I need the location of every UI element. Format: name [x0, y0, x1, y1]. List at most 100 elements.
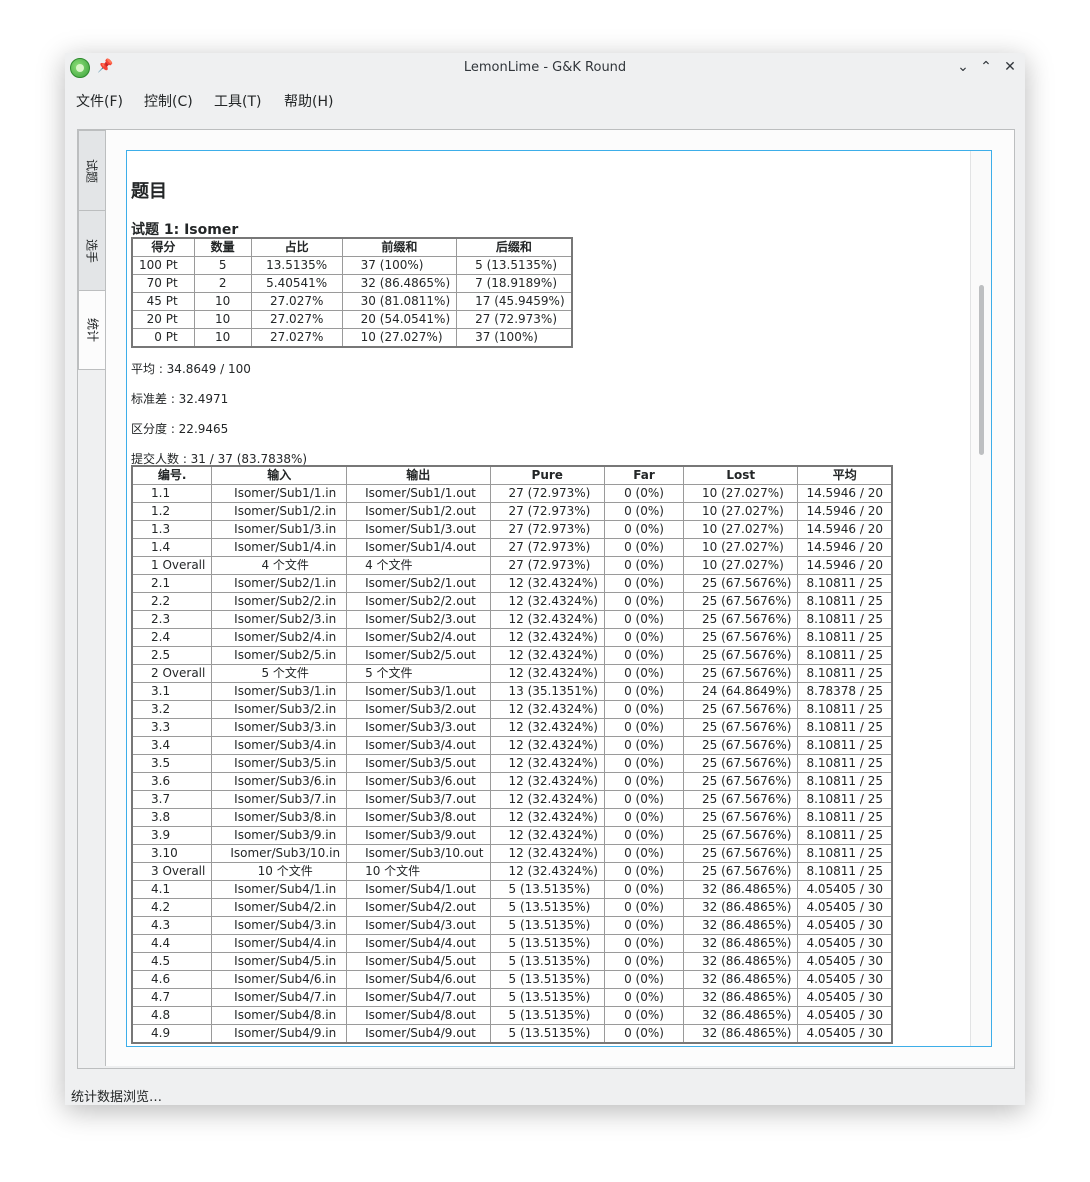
score-cell: 37 (100%) [341, 256, 458, 275]
testcase-header-cell: Lost [682, 465, 799, 485]
testcase-cell: 8.10811 / 25 [797, 772, 893, 791]
testcase-cell: Isomer/Sub4/4.out [346, 934, 491, 953]
testcase-cell: 0 (0%) [604, 898, 684, 917]
testcase-cell: 25 (67.5676%) [682, 826, 799, 845]
score-cell: 17 (45.9459%) [456, 292, 573, 311]
testcase-cell: 3.8 [131, 808, 213, 827]
testcase-cell: 32 (86.4865%) [682, 934, 799, 953]
testcase-cell: 5 (13.5135%) [489, 880, 606, 899]
testcase-cell: 4 个文件 [346, 556, 491, 575]
vertical-scrollbar[interactable] [970, 151, 991, 1046]
testcase-cell: 10 (27.027%) [682, 556, 799, 575]
testcase-cell: 0 (0%) [604, 484, 684, 503]
testcase-row: 2.4 Isomer/Sub2/4.in Isomer/Sub2/4.out 12 (… [131, 628, 893, 647]
testcase-cell: Isomer/Sub1/4.out [346, 538, 491, 557]
testcase-header-cell: 编号. [131, 465, 213, 485]
testcase-cell: 10 (27.027%) [682, 502, 799, 521]
testcase-cell: Isomer/Sub3/4.in [211, 736, 348, 755]
testcase-cell: 12 (32.4324%) [489, 772, 606, 791]
menu-help[interactable]: 帮助(H) [284, 91, 333, 111]
statistics-browser[interactable]: 题目 试题 1: Isomer 得分 数量 占比 前缀和 后缀和 100 Pt 5 13.5… [126, 150, 992, 1047]
testcase-row: 3.2 Isomer/Sub3/2.in Isomer/Sub3/2.out 12 (… [131, 700, 893, 719]
testcase-cell: 27 (72.973%) [489, 556, 606, 575]
testcase-cell: 32 (86.4865%) [682, 952, 799, 971]
testcase-cell: 2.4 [131, 628, 213, 647]
scrollbar-thumb[interactable] [979, 285, 984, 455]
testcase-cell: 27 (72.973%) [489, 520, 606, 539]
testcase-cell: Isomer/Sub4/7.out [346, 988, 491, 1007]
testcase-row: 1.1 Isomer/Sub1/1.in Isomer/Sub1/1.out 27 (… [131, 484, 893, 503]
testcase-cell: Isomer/Sub1/1.out [346, 484, 491, 503]
testcase-cell: 8.10811 / 25 [797, 862, 893, 881]
testcase-cell: Isomer/Sub4/9.out [346, 1024, 491, 1044]
testcase-row: 4.9 Isomer/Sub4/9.in Isomer/Sub4/9.out 5 (1… [131, 1024, 893, 1044]
score-cell: 27.027% [250, 292, 343, 311]
testcase-cell: Isomer/Sub2/2.in [211, 592, 348, 611]
testcase-cell: 14.5946 / 20 [797, 520, 893, 539]
close-icon[interactable]: ✕ [1001, 58, 1019, 76]
testcase-cell: Isomer/Sub2/4.in [211, 628, 348, 647]
menu-tools[interactable]: 工具(T) [214, 91, 261, 111]
tab-statistics[interactable]: 统计 [78, 290, 106, 370]
testcase-cell: 12 (32.4324%) [489, 736, 606, 755]
testcase-row: 1 Overall 4 个文件 4 个文件 27 (72.973%) 0 (0%) 10 … [131, 556, 893, 575]
maximize-icon[interactable]: ⌃ [977, 58, 995, 76]
score-header-cell: 占比 [250, 237, 343, 257]
testcase-cell: Isomer/Sub3/1.in [211, 682, 348, 701]
testcase-cell: Isomer/Sub2/2.out [346, 592, 491, 611]
testcase-cell: 2.5 [131, 646, 213, 665]
score-row: 100 Pt 5 13.5135% 37 (100%) 5 (13.5135%) [131, 256, 573, 275]
testcase-cell: Isomer/Sub3/10.in [211, 844, 348, 863]
testcase-cell: 8.10811 / 25 [797, 664, 893, 683]
testcase-cell: 14.5946 / 20 [797, 502, 893, 521]
testcase-cell: 32 (86.4865%) [682, 1006, 799, 1025]
title-bar[interactable]: 📌 LemonLime - G&K Round ⌄ ⌃ ✕ [65, 53, 1025, 81]
testcase-cell: Isomer/Sub4/7.in [211, 988, 348, 1007]
testcase-cell: Isomer/Sub1/2.in [211, 502, 348, 521]
testcase-cell: 4.05405 / 30 [797, 1006, 893, 1025]
testcase-cell: Isomer/Sub4/6.in [211, 970, 348, 989]
testcase-cell: Isomer/Sub2/5.in [211, 646, 348, 665]
testcase-cell: Isomer/Sub3/3.in [211, 718, 348, 737]
minimize-icon[interactable]: ⌄ [954, 58, 972, 76]
score-cell: 10 (27.027%) [341, 328, 458, 348]
testcase-cell: 4.1 [131, 880, 213, 899]
testcase-row: 3 Overall 10 个文件 10 个文件 12 (32.4324%) 0 (0%)… [131, 862, 893, 881]
testcase-cell: 4.9 [131, 1024, 213, 1044]
testcase-cell: 0 (0%) [604, 808, 684, 827]
testcase-cell: 12 (32.4324%) [489, 610, 606, 629]
testcase-cell: 1.3 [131, 520, 213, 539]
testcase-cell: Isomer/Sub2/5.out [346, 646, 491, 665]
testcase-cell: Isomer/Sub4/1.in [211, 880, 348, 899]
menu-file[interactable]: 文件(F) [76, 91, 123, 111]
tab-contestants[interactable]: 选手 [78, 210, 105, 291]
testcase-cell: 0 (0%) [604, 916, 684, 935]
testcase-cell: 12 (32.4324%) [489, 718, 606, 737]
menu-control[interactable]: 控制(C) [144, 91, 193, 111]
testcase-cell: 25 (67.5676%) [682, 700, 799, 719]
testcase-cell: Isomer/Sub4/5.out [346, 952, 491, 971]
score-cell: 100 Pt [131, 256, 195, 275]
testcase-cell: Isomer/Sub3/8.out [346, 808, 491, 827]
section-heading: 题目 [131, 181, 167, 202]
score-header-cell: 数量 [193, 237, 252, 257]
testcase-row: 3.4 Isomer/Sub3/4.in Isomer/Sub3/4.out 12 (… [131, 736, 893, 755]
testcase-cell: 0 (0%) [604, 844, 684, 863]
main-window: 📌 LemonLime - G&K Round ⌄ ⌃ ✕ 文件(F) 控制(C… [65, 53, 1025, 1105]
score-row: 70 Pt 2 5.40541% 32 (86.4865%) 7 (18.9189%) [131, 274, 573, 293]
testcase-cell: 12 (32.4324%) [489, 628, 606, 647]
testcase-row: 3.5 Isomer/Sub3/5.in Isomer/Sub3/5.out 12 (… [131, 754, 893, 773]
testcase-cell: Isomer/Sub3/10.out [346, 844, 491, 863]
testcase-cell: 8.10811 / 25 [797, 574, 893, 593]
testcase-cell: Isomer/Sub2/3.out [346, 610, 491, 629]
testcase-cell: 3.6 [131, 772, 213, 791]
testcase-cell: 32 (86.4865%) [682, 988, 799, 1007]
testcase-cell: 32 (86.4865%) [682, 880, 799, 899]
testcase-cell: 8.10811 / 25 [797, 754, 893, 773]
testcase-cell: 0 (0%) [604, 934, 684, 953]
score-cell: 13.5135% [250, 256, 343, 275]
testcase-row: 3.9 Isomer/Sub3/9.in Isomer/Sub3/9.out 12 (… [131, 826, 893, 845]
testcase-cell: 4.3 [131, 916, 213, 935]
tab-problems[interactable]: 试题 [78, 130, 105, 211]
testcase-row: 3.6 Isomer/Sub3/6.in Isomer/Sub3/6.out 12 (… [131, 772, 893, 791]
